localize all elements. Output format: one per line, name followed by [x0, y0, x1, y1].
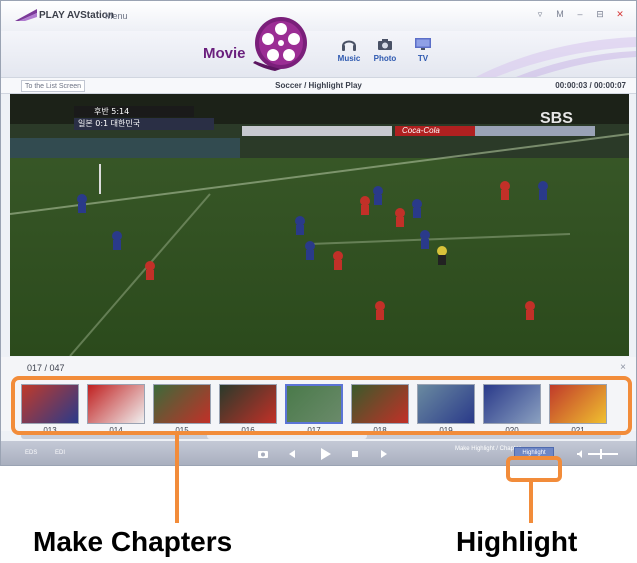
volume-icon[interactable] — [576, 449, 586, 459]
playback-title: Soccer / Highlight Play — [275, 81, 362, 90]
film-reel-icon[interactable] — [251, 13, 311, 73]
next-icon[interactable] — [378, 448, 390, 460]
tv-icon — [415, 38, 431, 50]
chapter-thumbnail[interactable]: 015 — [149, 382, 215, 438]
nav-music-label: Music — [337, 54, 361, 63]
chapter-thumbnail-image — [351, 384, 409, 424]
stop-icon[interactable] — [349, 448, 361, 460]
chapter-thumbnail[interactable]: 019 — [413, 382, 479, 438]
chapter-thumbnail-image — [549, 384, 607, 424]
nav-photo[interactable]: Photo — [367, 35, 403, 63]
eds-button[interactable]: EDS — [25, 450, 37, 456]
chapter-thumbnail[interactable]: 014 — [83, 382, 149, 438]
chapter-thumbnail[interactable]: 013 — [17, 382, 83, 438]
scoreboard: 후반 5:14 일본 0:1 대한민국 — [74, 106, 214, 130]
edi-button[interactable]: EDI — [55, 450, 65, 456]
snapshot-icon[interactable] — [257, 448, 269, 460]
chapter-scrollbar-thumb[interactable] — [207, 433, 367, 439]
chapter-thumbnail-image — [153, 384, 211, 424]
volume-slider[interactable] — [588, 453, 618, 455]
close-button[interactable]: ✕ — [612, 7, 628, 21]
chapter-thumbnail-image — [21, 384, 79, 424]
make-chapters-caption: Make Chapters — [33, 526, 233, 557]
chapter-thumbnail-image — [483, 384, 541, 424]
chapter-close-icon[interactable]: × — [620, 362, 626, 373]
chapter-thumbnail[interactable]: 021 — [545, 382, 611, 438]
playback-controls: EDS EDI Make Highlight / Chapter Highlig… — [1, 441, 636, 465]
chapter-thumbnail[interactable]: 018 — [347, 382, 413, 438]
window-controls: ▿ M – ⊟ ✕ — [532, 7, 628, 21]
app-title: PLAY AVStation — [39, 10, 115, 21]
minimize-button[interactable]: – — [572, 7, 588, 21]
dropdown-icon[interactable]: ▿ — [532, 7, 548, 21]
chapter-thumbnail[interactable]: 017 — [281, 382, 347, 438]
menu-button[interactable]: Menu — [105, 11, 128, 21]
chapter-scrollbar[interactable] — [21, 433, 621, 439]
app-window: PLAY AVStation Menu ▿ M – ⊟ ✕ Movie Musi… — [0, 0, 637, 466]
headphones-icon — [342, 40, 356, 51]
soccer-frame-image — [10, 94, 629, 356]
volume-slider-knob[interactable] — [600, 449, 602, 459]
mini-mode-button[interactable]: M — [552, 7, 568, 21]
maximize-button[interactable]: ⊟ — [592, 7, 608, 21]
chapter-counter: 017 / 047 — [27, 363, 65, 373]
chapter-thumbnail-strip: 013 014 015 016 017 018 019 020 021 — [17, 382, 631, 435]
scoreboard-score: 일본 0:1 대한민국 — [74, 118, 214, 130]
chapter-thumbnail-image — [219, 384, 277, 424]
chapter-thumbnail[interactable]: 016 — [215, 382, 281, 438]
video-player[interactable]: 후반 5:14 일본 0:1 대한민국 SBS Coca-Cola — [10, 94, 629, 356]
mode-nav: Movie Music Photo TV — [1, 17, 636, 77]
play-icon[interactable] — [317, 446, 333, 462]
info-bar: To the List Screen Soccer / Highlight Pl… — [1, 77, 636, 94]
ad-board-text: Coca-Cola — [402, 126, 440, 135]
previous-icon[interactable] — [286, 448, 298, 460]
chapter-panel: 017 / 047 × 013 014 015 016 017 018 019 020 021 — [1, 357, 636, 435]
nav-tv-label: TV — [417, 54, 429, 63]
highlight-button[interactable]: Highlight — [514, 447, 554, 460]
broadcaster-logo: SBS — [540, 110, 573, 127]
scoreboard-time: 후반 5:14 — [74, 106, 194, 117]
nav-tv[interactable]: TV — [405, 35, 441, 63]
highlight-caption: Highlight — [456, 526, 578, 557]
chapter-thumbnail[interactable]: 020 — [479, 382, 545, 438]
title-bar: PLAY AVStation Menu ▿ M – ⊟ ✕ — [1, 1, 636, 31]
chapter-thumbnail-image — [87, 384, 145, 424]
nav-music[interactable]: Music — [331, 35, 367, 63]
time-readout: 00:00:03 / 00:00:07 — [555, 81, 626, 90]
chapter-thumbnail-image — [285, 384, 343, 424]
decorative-swoosh — [476, 37, 636, 77]
nav-photo-label: Photo — [373, 54, 397, 63]
chapter-thumbnail-image — [417, 384, 475, 424]
nav-movie-label[interactable]: Movie — [203, 45, 246, 62]
app-logo-icon — [15, 9, 37, 21]
make-highlight-chapter-button[interactable]: Make Highlight / Chapter — [441, 446, 521, 453]
camera-icon — [378, 39, 392, 50]
